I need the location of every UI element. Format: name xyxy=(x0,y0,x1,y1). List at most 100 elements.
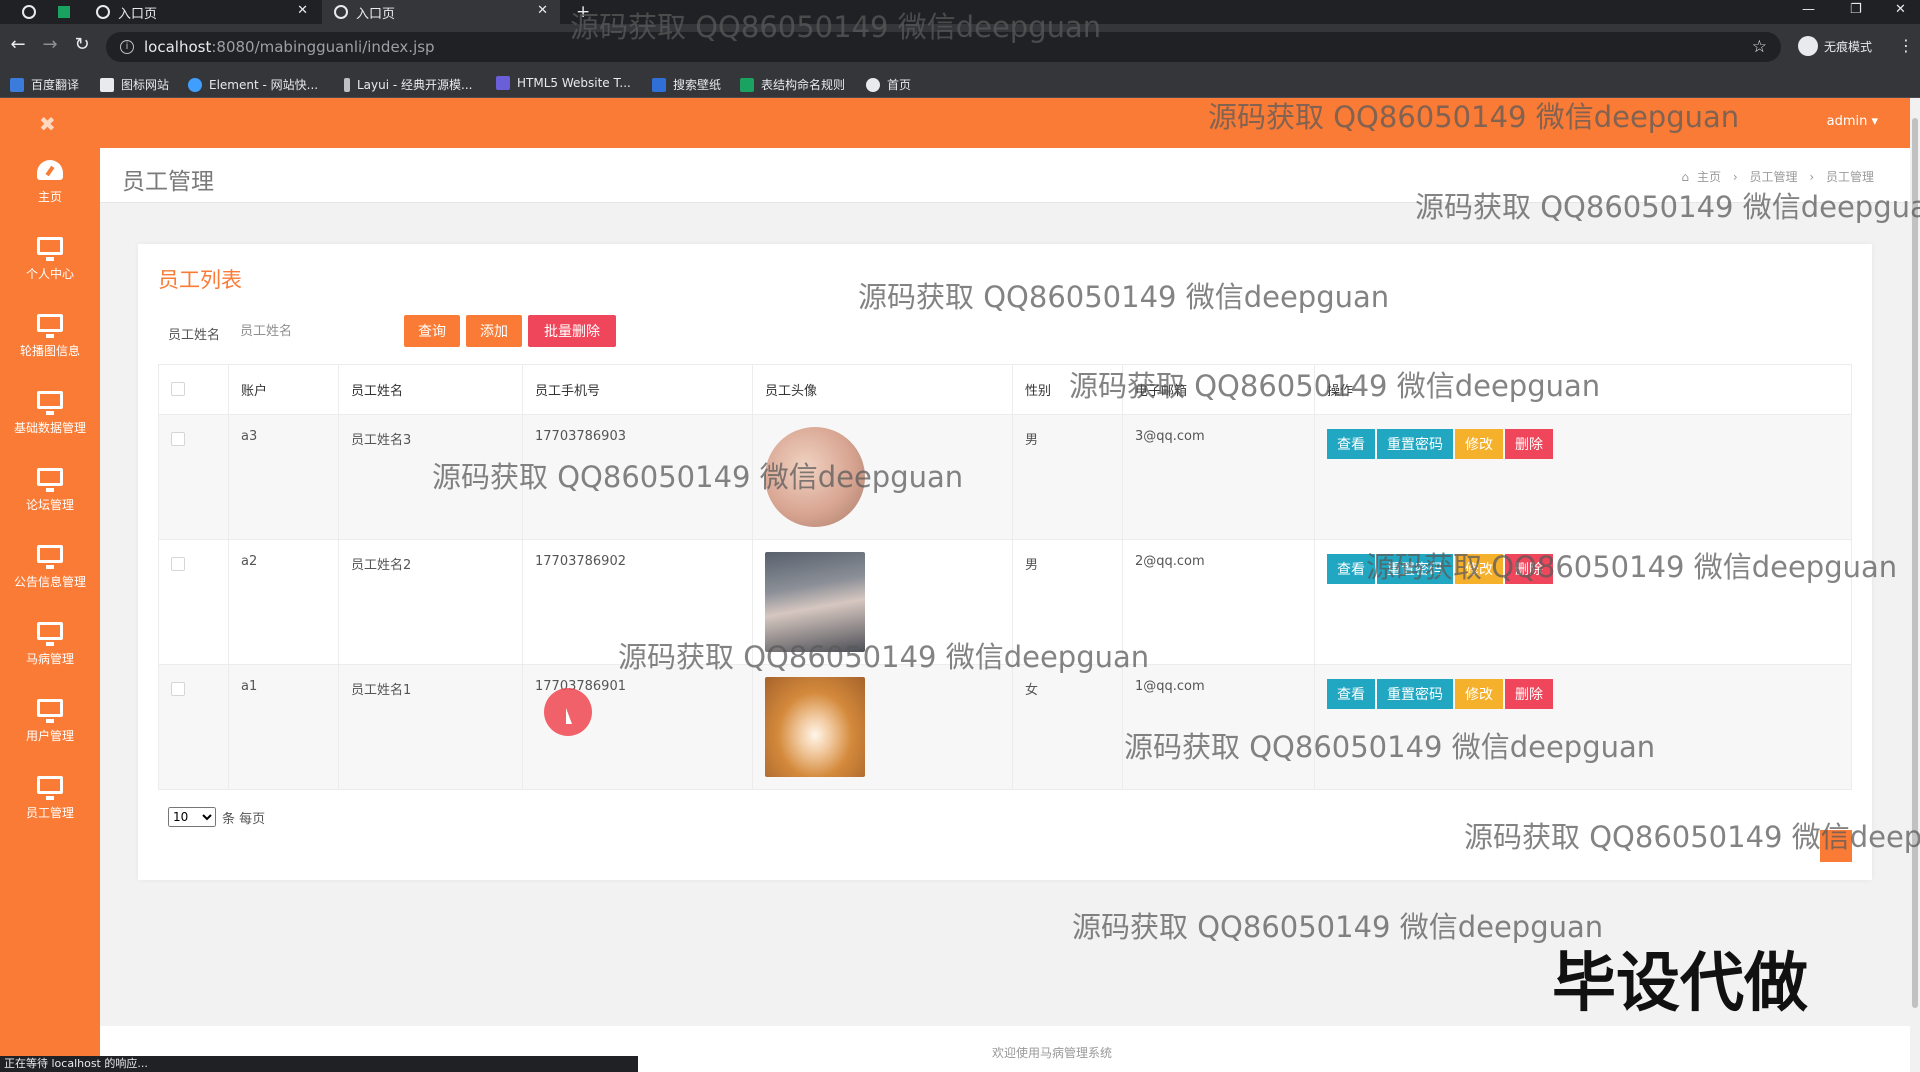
query-button[interactable]: 查询 xyxy=(404,315,460,347)
incognito-label: 无痕模式 xyxy=(1824,39,1873,54)
window-close-icon[interactable]: ✕ xyxy=(1895,2,1906,17)
incognito-indicator[interactable]: 无痕模式 xyxy=(1798,36,1872,56)
search-input[interactable] xyxy=(232,314,382,348)
footer-text: 欢迎使用马病管理系统 xyxy=(992,1046,1113,1060)
info-icon[interactable]: i xyxy=(120,40,134,54)
sidebar-item-staff[interactable]: 员工管理 xyxy=(0,776,100,853)
sidebar-item-carousel[interactable]: 轮播图信息 xyxy=(0,314,100,391)
url-host: localhost xyxy=(144,38,212,56)
watermark-text: 源码获取 QQ86050149 微信deepguan xyxy=(618,640,1150,674)
globe-icon xyxy=(96,5,110,19)
home-icon: ⌂ xyxy=(1681,170,1690,184)
edit-button[interactable]: 修改 xyxy=(1455,429,1503,459)
breadcrumb-item: 员工管理 xyxy=(1825,170,1874,184)
back-icon[interactable]: ← xyxy=(6,34,30,55)
element-icon xyxy=(188,77,202,92)
star-icon[interactable]: ☆ xyxy=(1752,37,1767,57)
pinned-tab[interactable] xyxy=(52,0,78,24)
bookmark-item[interactable]: Element - 网站快... xyxy=(188,76,318,93)
bookmark-item[interactable]: Layui - 经典开源模... xyxy=(344,76,472,93)
watermark-text: 源码获取 QQ86050149 微信deepguan xyxy=(1366,550,1898,584)
monitor-icon xyxy=(37,391,63,415)
watermark-text: 源码获取 QQ86050149 微信deepguan xyxy=(1415,190,1920,224)
flag-icon xyxy=(100,77,114,92)
bookmark-item[interactable]: 图标网站 xyxy=(100,76,169,93)
cell-name: 员工姓名2 xyxy=(338,539,523,665)
reset-password-button[interactable]: 重置密码 xyxy=(1377,429,1453,459)
sidebar-item-label: 轮播图信息 xyxy=(19,344,80,358)
dashboard-icon xyxy=(37,160,63,180)
reset-password-button[interactable]: 重置密码 xyxy=(1377,679,1453,709)
bookmark-item[interactable]: HTML5 Website T... xyxy=(496,76,631,90)
page-title: 员工管理 xyxy=(122,169,214,195)
cell-account: a1 xyxy=(228,664,339,790)
add-button[interactable]: 添加 xyxy=(466,315,522,347)
tab-2[interactable]: 入口页 ✕ xyxy=(322,0,560,24)
delete-button[interactable]: 删除 xyxy=(1505,679,1553,709)
sidebar-item-profile[interactable]: 个人中心 xyxy=(0,237,100,314)
monitor-icon xyxy=(37,622,63,646)
logo-icon: ✖ xyxy=(39,112,56,136)
user-menu[interactable]: admin ▾ xyxy=(1827,114,1878,129)
sidebar-item-home[interactable]: 主页 xyxy=(0,160,100,237)
column-header: 员工姓名 xyxy=(338,364,523,415)
row-checkbox[interactable] xyxy=(171,557,185,571)
view-button[interactable]: 查看 xyxy=(1327,429,1375,459)
close-icon[interactable]: ✕ xyxy=(537,3,548,18)
watermark-text: 源码获取 QQ86050149 微信deepguan xyxy=(1124,730,1656,764)
sidebar: ✖ 主页 个人中心 轮播图信息 基础数据管理 论坛管理 公告信息管理 马病管理 … xyxy=(0,98,100,1072)
cell-gender: 女 xyxy=(1012,664,1123,790)
row-checkbox[interactable] xyxy=(171,682,185,696)
sidebar-item-basic-data[interactable]: 基础数据管理 xyxy=(0,391,100,468)
sidebar-item-label: 论坛管理 xyxy=(25,498,74,512)
page-scrollbar[interactable] xyxy=(1910,98,1920,1072)
breadcrumb-item[interactable]: 员工管理 xyxy=(1750,170,1798,184)
close-icon[interactable]: ✕ xyxy=(297,3,308,18)
watermark-text: 源码获取 QQ86050149 微信deepguan xyxy=(1069,369,1601,403)
row-checkbox[interactable] xyxy=(171,432,185,446)
bookmark-item[interactable]: 表结构命名规则 xyxy=(740,76,845,93)
sidebar-item-label: 个人中心 xyxy=(25,267,74,281)
select-all-checkbox[interactable] xyxy=(171,382,185,396)
reload-icon[interactable]: ↻ xyxy=(70,34,94,55)
sheet-icon xyxy=(740,77,754,92)
column-header: 账户 xyxy=(228,364,339,415)
view-button[interactable]: 查看 xyxy=(1327,679,1375,709)
sidebar-item-horse-disease[interactable]: 马病管理 xyxy=(0,622,100,699)
layui-icon xyxy=(344,77,350,92)
page-size-select[interactable]: 10 xyxy=(168,807,216,827)
tab-1[interactable]: 入口页 ✕ xyxy=(84,0,320,24)
bookmark-item[interactable]: 首页 xyxy=(866,76,911,93)
watermark-text: 源码获取 QQ86050149 微信deepguan xyxy=(1072,910,1604,944)
batch-delete-button[interactable]: 批量删除 xyxy=(528,315,616,347)
edit-button[interactable]: 修改 xyxy=(1455,679,1503,709)
tab-strip-icon[interactable] xyxy=(16,0,48,24)
bookmark-item[interactable]: 搜索壁纸 xyxy=(652,76,721,93)
watermark-big-text: 毕设代做 xyxy=(1552,947,1808,1021)
sidebar-item-label: 马病管理 xyxy=(25,652,74,666)
watermark-text: 源码获取 QQ86050149 微信deepguan xyxy=(1208,100,1740,134)
delete-button[interactable]: 删除 xyxy=(1505,429,1553,459)
breadcrumb-item[interactable]: 主页 xyxy=(1697,170,1721,184)
sidebar-item-label: 公告信息管理 xyxy=(13,575,86,589)
monitor-icon xyxy=(37,237,63,261)
minimize-icon[interactable]: — xyxy=(1802,2,1815,17)
forward-icon[interactable]: → xyxy=(38,34,62,55)
column-header: 员工手机号 xyxy=(522,364,753,415)
bookmark-item[interactable]: 百度翻译 xyxy=(10,76,79,93)
sidebar-item-forum[interactable]: 论坛管理 xyxy=(0,468,100,545)
table-row: a3 员工姓名3 17703786903 男 3@qq.com 查看 重置密码 … xyxy=(158,414,1852,540)
sidebar-item-users[interactable]: 用户管理 xyxy=(0,699,100,776)
page-size-suffix: 条 每页 xyxy=(222,811,266,827)
chevron-right-icon: › xyxy=(1732,170,1738,184)
browser-menu-icon[interactable]: ⋮ xyxy=(1898,36,1914,55)
scrollbar-thumb[interactable] xyxy=(1912,118,1918,1008)
cell-email: 3@qq.com xyxy=(1122,414,1315,540)
sidebar-item-notice[interactable]: 公告信息管理 xyxy=(0,545,100,622)
monitor-icon xyxy=(37,545,63,569)
sidebar-item-label: 用户管理 xyxy=(25,729,74,743)
monitor-icon xyxy=(37,314,63,338)
translate-icon xyxy=(10,77,24,92)
breadcrumb: ⌂ 主页 › 员工管理 › 员工管理 xyxy=(1677,168,1878,185)
restore-icon[interactable]: ❐ xyxy=(1850,2,1862,17)
